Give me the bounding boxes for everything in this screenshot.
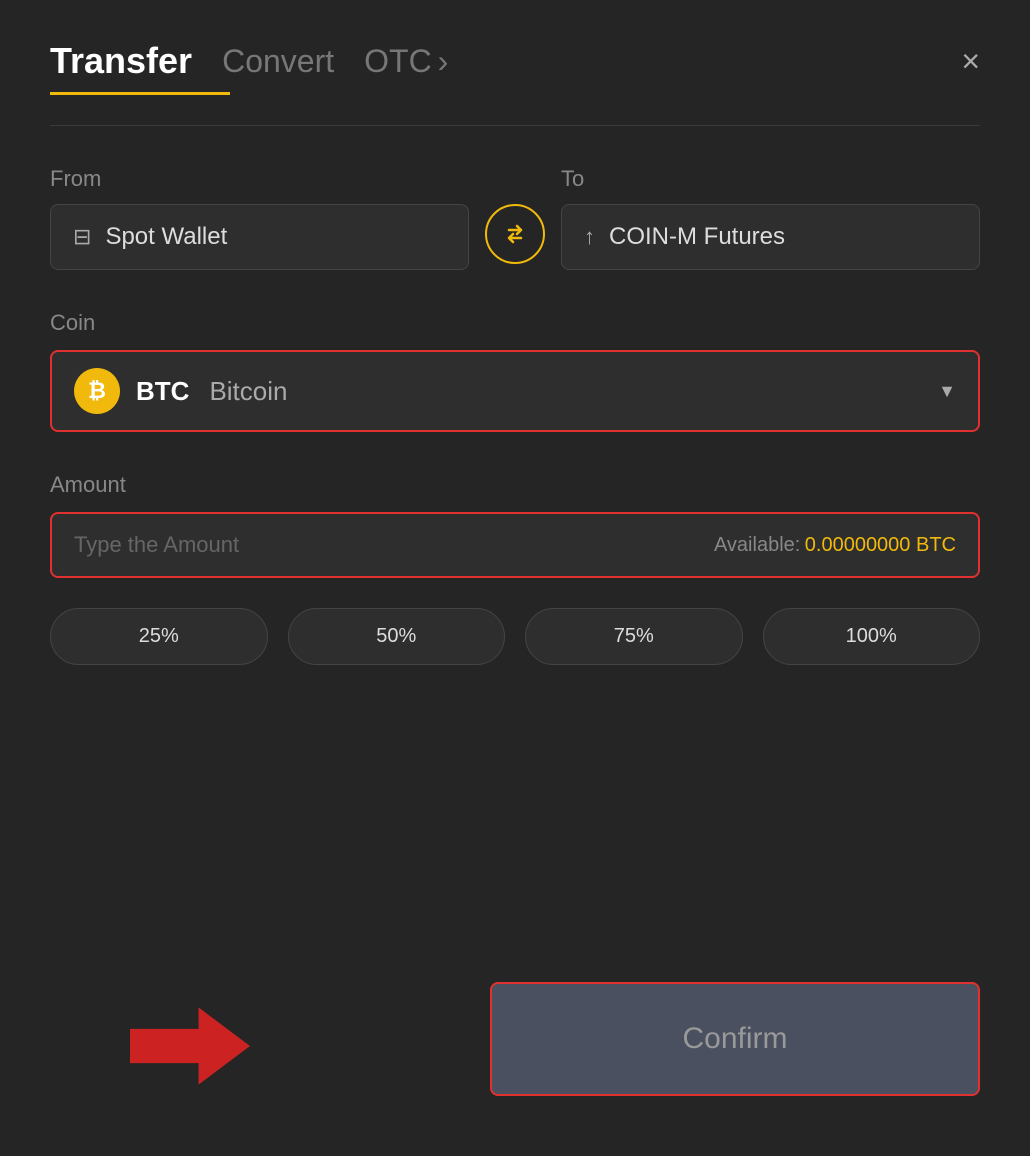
from-to-section: From ⊟ Spot Wallet To ↑ COIN-M Futures <box>50 166 980 270</box>
to-wallet-selector[interactable]: ↑ COIN-M Futures <box>561 204 980 270</box>
swap-button-container <box>485 204 545 270</box>
coin-section: Coin ₿ BTC Bitcoin ▼ <box>50 310 980 472</box>
percent-row: 25% 50% 75% 100% <box>50 608 980 665</box>
percent-50-button[interactable]: 50% <box>288 608 506 665</box>
btc-icon: ₿ <box>74 368 120 414</box>
to-block: To ↑ COIN-M Futures <box>561 166 980 270</box>
confirm-area: Confirm <box>50 982 980 1096</box>
percent-25-button[interactable]: 25% <box>50 608 268 665</box>
futures-icon: ↑ <box>584 224 595 250</box>
swap-button[interactable] <box>485 204 545 264</box>
modal-header: Transfer Convert OTC › × <box>50 40 980 82</box>
tab-underline <box>50 92 230 95</box>
wallet-icon: ⊟ <box>73 224 91 250</box>
from-wallet-name: Spot Wallet <box>105 223 227 251</box>
confirm-button[interactable]: Confirm <box>490 982 980 1096</box>
divider <box>50 125 980 126</box>
coin-name: Bitcoin <box>209 376 287 407</box>
tab-otc[interactable]: OTC › <box>364 43 448 80</box>
from-wallet-selector[interactable]: ⊟ Spot Wallet <box>50 204 469 270</box>
amount-label: Amount <box>50 472 980 498</box>
amount-section: Amount Available: 0.00000000 BTC <box>50 472 980 608</box>
swap-icon <box>501 220 529 248</box>
dropdown-arrow-icon: ▼ <box>938 381 956 402</box>
percent-100-button[interactable]: 100% <box>763 608 981 665</box>
to-wallet-name: COIN-M Futures <box>609 223 785 251</box>
to-label: To <box>561 166 980 192</box>
from-label: From <box>50 166 469 192</box>
available-value: 0.00000000 BTC <box>805 534 956 557</box>
chevron-right-icon: › <box>438 43 449 80</box>
transfer-modal: Transfer Convert OTC › × From ⊟ Spot Wal… <box>0 0 1030 1156</box>
tab-convert[interactable]: Convert <box>222 43 334 80</box>
coin-symbol: BTC <box>136 376 189 407</box>
tab-transfer[interactable]: Transfer <box>50 40 192 82</box>
red-arrow-icon <box>130 996 250 1096</box>
percent-75-button[interactable]: 75% <box>525 608 743 665</box>
coin-selector[interactable]: ₿ BTC Bitcoin ▼ <box>50 350 980 432</box>
amount-input[interactable] <box>74 532 714 558</box>
amount-box: Available: 0.00000000 BTC <box>50 512 980 578</box>
coin-label: Coin <box>50 310 980 336</box>
close-button[interactable]: × <box>961 45 980 77</box>
from-block: From ⊟ Spot Wallet <box>50 166 469 270</box>
available-label: Available: <box>714 534 800 557</box>
